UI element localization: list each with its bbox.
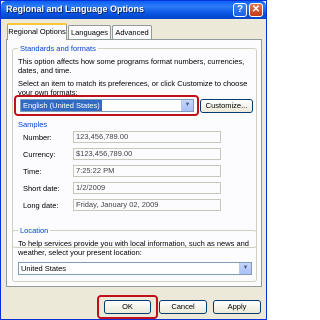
location-description-line1: To help services provide you with local … — [18, 239, 249, 248]
tab-advanced[interactable]: Advanced — [112, 25, 152, 39]
sample-value-short-date: 1/2/2009 — [73, 182, 221, 194]
location-group: Location To help services provide you wi… — [12, 226, 257, 282]
standards-instruction-line2: your own formats: — [18, 88, 78, 97]
sample-label-currency: Currency: — [23, 150, 56, 159]
tab-regional-options[interactable]: Regional Options — [7, 23, 67, 40]
format-select[interactable]: English (United States) ▼ — [20, 99, 194, 112]
apply-button[interactable]: Apply — [213, 300, 261, 314]
sample-value-long-date: Friday, January 02, 2009 — [73, 199, 221, 211]
samples-title: Samples — [18, 120, 48, 129]
sample-label-time: Time: — [23, 167, 42, 176]
location-select-value: United States — [21, 264, 67, 273]
chevron-down-icon[interactable]: ▼ — [239, 263, 251, 274]
sample-value-time: 7:25:22 PM — [73, 165, 221, 177]
standards-and-formats-group: Standards and formats This option affect… — [12, 44, 257, 248]
help-icon[interactable]: ? — [233, 3, 247, 17]
sample-label-short-date: Short date: — [23, 184, 60, 193]
standards-description-line2: dates, and time. — [18, 66, 72, 75]
standards-description-line1: This option affects how some programs fo… — [18, 57, 245, 66]
title-bar[interactable]: Regional and Language Options ? ✕ — [1, 1, 266, 19]
dialog-window: Regional and Language Options ? ✕ Region… — [0, 0, 267, 320]
sample-value-number: 123,456,789.00 — [73, 131, 221, 143]
ok-button[interactable]: OK — [104, 300, 151, 314]
sample-label-number: Number: — [23, 133, 52, 142]
location-select[interactable]: United States ▼ — [18, 262, 252, 275]
window-title: Regional and Language Options — [6, 4, 145, 14]
standards-instruction-line1: Select an item to match its preferences,… — [18, 79, 248, 88]
sample-value-currency: $123,456,789.00 — [73, 148, 221, 160]
sample-label-long-date: Long date: — [23, 201, 59, 210]
close-icon[interactable]: ✕ — [249, 3, 263, 17]
chevron-down-icon[interactable]: ▼ — [181, 100, 193, 111]
standards-group-title: Standards and formats — [18, 44, 98, 53]
cancel-button[interactable]: Cancel — [159, 300, 207, 314]
location-group-title: Location — [18, 226, 51, 235]
location-description-line2: weather, select your present location: — [18, 248, 142, 257]
format-select-value: English (United States) — [21, 100, 102, 111]
customize-button[interactable]: Customize... — [200, 99, 253, 113]
regional-options-pane: Standards and formats This option affect… — [6, 39, 262, 287]
tab-languages[interactable]: Languages — [68, 25, 111, 39]
